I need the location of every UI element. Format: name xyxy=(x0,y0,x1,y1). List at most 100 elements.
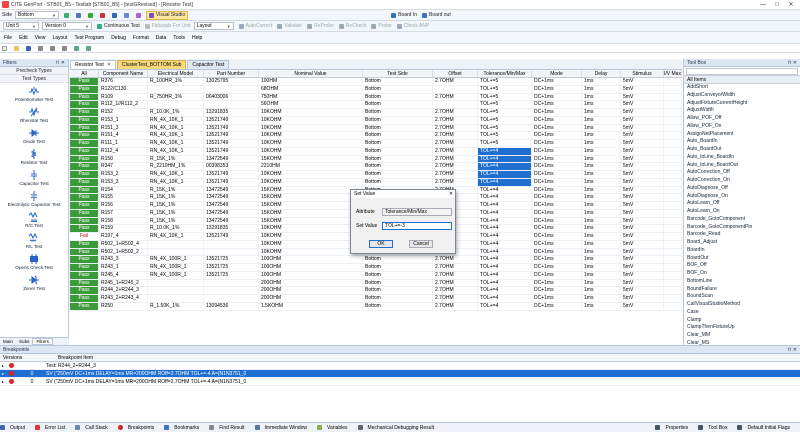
table-cell[interactable] xyxy=(664,202,682,209)
check-anp-button[interactable]: Check ANP xyxy=(395,22,432,31)
tab-subs[interactable]: Subs xyxy=(16,339,32,344)
toolbox-item[interactable]: AutoCorrection_Off xyxy=(684,169,800,177)
table-cell[interactable]: 100OHM xyxy=(259,271,363,279)
table-cell[interactable]: Bottom xyxy=(363,101,433,108)
table-cell[interactable]: TOL+=4 xyxy=(478,264,532,271)
toolbox-item[interactable]: BoardOut xyxy=(684,255,800,263)
table-cell[interactable] xyxy=(148,248,204,256)
table-cell[interactable] xyxy=(664,271,682,279)
table-cell[interactable]: RN_4X_10K_1 xyxy=(148,116,204,124)
table-cell[interactable]: 13521749 xyxy=(204,178,259,186)
table-cell[interactable]: R112_1//R112_2 xyxy=(99,101,148,108)
table-cell[interactable]: 100OHM xyxy=(259,264,363,271)
table-cell[interactable]: R243_3 xyxy=(99,256,148,263)
result-cell[interactable]: Pass xyxy=(70,279,99,287)
table-cell[interactable] xyxy=(148,279,204,287)
table-cell[interactable]: 10KOHM xyxy=(259,233,363,240)
table-cell[interactable]: Bottom xyxy=(363,171,433,178)
table-cell[interactable]: DC+1ms xyxy=(532,132,582,139)
table-row[interactable]: Pass R153_2 RN_4X_10K_1 13521749 10KOHM Botto… xyxy=(70,171,682,179)
result-cell[interactable]: Pass xyxy=(70,225,99,232)
maximize-button[interactable]: □ xyxy=(770,0,784,10)
table-cell[interactable]: TOL+=5 xyxy=(478,132,532,139)
toolbox-item[interactable]: Auto_InLine_BoardOut xyxy=(684,162,800,170)
table-cell[interactable]: R_15K_1% xyxy=(148,209,204,217)
table-cell[interactable]: 13472549 xyxy=(204,209,259,217)
table-cell[interactable]: 5mV xyxy=(621,302,664,310)
potentiometer-test-tool[interactable]: Potentiometer Test xyxy=(0,83,68,104)
table-cell[interactable]: 1ms xyxy=(582,140,621,147)
table-cell[interactable]: 13521749 xyxy=(204,171,259,178)
paste-icon[interactable] xyxy=(60,44,71,53)
ok-button[interactable]: OK xyxy=(369,240,393,248)
table-cell[interactable] xyxy=(664,101,682,108)
toolbox-item[interactable]: Auto_BoardIn xyxy=(684,138,800,146)
close-button[interactable]: ✕ xyxy=(784,0,798,10)
table-cell[interactable]: DC+1ms xyxy=(532,264,582,271)
table-cell[interactable]: 2.7OHM xyxy=(433,78,478,85)
table-cell[interactable] xyxy=(664,264,682,271)
zener-test-tool[interactable]: Zener Test xyxy=(0,272,68,293)
table-cell[interactable]: 2.7OHM xyxy=(433,178,478,186)
table-cell[interactable]: 5mV xyxy=(621,256,664,263)
table-cell[interactable] xyxy=(148,240,204,248)
table-cell[interactable]: 1ms xyxy=(582,271,621,279)
table-cell[interactable]: R152 xyxy=(99,109,148,116)
toolbox-item[interactable]: Clear_MM xyxy=(684,332,800,340)
table-cell[interactable]: 13472549 xyxy=(204,217,259,225)
table-cell[interactable]: 13521749 xyxy=(204,116,259,124)
table-cell[interactable]: R244_2+R244_3 xyxy=(99,287,148,294)
table-cell[interactable]: 750HM xyxy=(259,93,363,101)
table-cell[interactable]: 2.7OHM xyxy=(433,287,478,294)
table-cell[interactable]: RN_4X_10K_1 xyxy=(148,132,204,139)
table-cell[interactable]: 1ms xyxy=(582,93,621,101)
toolbox-item[interactable]: Barcode_GotoComponent xyxy=(684,216,800,224)
tab-properties[interactable]: Properties xyxy=(655,425,693,431)
menu-help[interactable]: Help xyxy=(192,35,202,41)
table-cell[interactable] xyxy=(664,194,682,201)
table-cell[interactable]: 00398353 xyxy=(204,163,259,170)
table-cell[interactable] xyxy=(664,116,682,124)
table-cell[interactable]: R_15K_1% xyxy=(148,186,204,194)
table-cell[interactable]: 5mV xyxy=(621,155,664,163)
table-cell[interactable] xyxy=(664,240,682,248)
table-cell[interactable]: 10KOHM xyxy=(259,178,363,186)
table-cell[interactable]: Bottom xyxy=(363,279,433,287)
table-cell[interactable]: R157 xyxy=(99,209,148,217)
toolbox-item[interactable]: BoundScan xyxy=(684,293,800,301)
table-cell[interactable]: TOL+=5 xyxy=(478,124,532,132)
table-cell[interactable]: 13291835 xyxy=(204,225,259,232)
table-cell[interactable]: 2.7OHM xyxy=(433,93,478,101)
table-cell[interactable] xyxy=(204,295,259,302)
table-cell[interactable]: R156 xyxy=(99,202,148,209)
table-cell[interactable]: R153_3 xyxy=(99,178,148,186)
toolbox-item[interactable]: CallVisualStudioMethod xyxy=(684,301,800,309)
table-cell[interactable]: 2.7OHM xyxy=(433,279,478,287)
toolbox-section[interactable]: All Items xyxy=(684,76,800,84)
tb-debug[interactable] xyxy=(134,11,145,20)
table-cell[interactable]: 13521725 xyxy=(204,271,259,279)
table-cell[interactable]: TOL+=5 xyxy=(478,85,532,93)
table-cell[interactable]: 10KOHM xyxy=(259,171,363,178)
table-cell[interactable]: Bottom xyxy=(363,287,433,294)
fiducials-button[interactable]: Fiducials For Unit xyxy=(143,22,193,31)
table-cell[interactable] xyxy=(664,132,682,139)
result-cell[interactable]: Pass xyxy=(70,287,99,294)
table-cell[interactable]: R_15K_1% xyxy=(148,194,204,201)
result-cell[interactable]: Pass xyxy=(70,256,99,263)
table-cell[interactable]: 13094536 xyxy=(204,302,259,310)
table-cell[interactable] xyxy=(664,186,682,194)
result-cell[interactable]: Pass xyxy=(70,186,99,194)
table-cell[interactable]: 1ms xyxy=(582,287,621,294)
tab-toolbox[interactable]: Tool Box xyxy=(698,425,732,431)
table-cell[interactable]: 1ms xyxy=(582,163,621,170)
table-cell[interactable] xyxy=(664,147,682,155)
toolbox-item[interactable]: Barcode_GotoComponentPin xyxy=(684,224,800,232)
capacitor-test-tool[interactable]: Capacitor Test xyxy=(0,167,68,188)
result-cell[interactable]: Pass xyxy=(70,124,99,132)
table-cell[interactable]: Bottom xyxy=(363,163,433,170)
table-row[interactable]: Pass R151_4 RN_4X_10K_1 13521749 10KOHM Botto… xyxy=(70,132,682,140)
table-cell[interactable] xyxy=(664,109,682,116)
table-cell[interactable]: 15KOHM xyxy=(259,202,363,209)
test-types-group[interactable]: Test Types xyxy=(0,75,68,83)
